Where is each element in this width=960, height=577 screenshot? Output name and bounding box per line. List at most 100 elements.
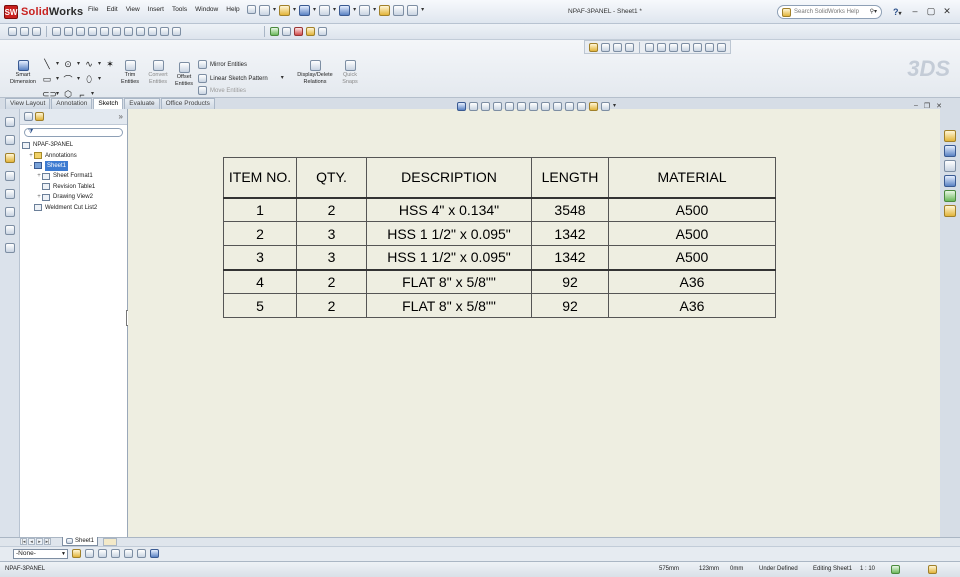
tab-office-products[interactable]: Office Products xyxy=(160,98,215,109)
rebuild-status-icon[interactable] xyxy=(928,565,937,574)
solidworks-logo[interactable]: SW SolidWorks xyxy=(4,4,83,20)
pattern-dropdown-icon[interactable]: ▾ xyxy=(281,73,284,84)
spline-tool-icon[interactable]: ∿ xyxy=(84,59,94,70)
sheet-tab-sheet1[interactable]: Sheet1 xyxy=(62,537,99,546)
broken-view-icon[interactable] xyxy=(4,207,15,217)
headsup-dropdown-icon[interactable]: ▾ xyxy=(613,101,616,112)
save-icon[interactable] xyxy=(299,5,311,16)
apply-scene-icon[interactable] xyxy=(577,102,586,111)
ellipse-dropdown-icon[interactable]: ▾ xyxy=(98,74,101,85)
rebuild-icon[interactable] xyxy=(379,5,391,16)
close-icon[interactable]: ✕ xyxy=(942,6,952,17)
tab-view-layout[interactable]: View Layout xyxy=(5,98,51,109)
auxiliary-view-icon[interactable] xyxy=(4,153,15,163)
property-manager-tab-icon[interactable] xyxy=(35,112,44,121)
restore-icon[interactable]: ❐ xyxy=(924,102,930,110)
grid-icon[interactable] xyxy=(601,42,610,52)
zoom-in-out-icon[interactable] xyxy=(493,102,502,111)
help-button[interactable]: ?▾ xyxy=(893,7,902,20)
restore-icon[interactable]: ▢ xyxy=(926,6,936,17)
menu-tools[interactable]: Tools xyxy=(168,6,191,13)
tree-item-sheet1[interactable]: - Sheet1 xyxy=(20,160,127,171)
solidworks-resources-icon[interactable] xyxy=(944,130,956,142)
help-dropdown-icon[interactable]: ▾ xyxy=(899,9,902,20)
hide-show-items-icon[interactable] xyxy=(553,102,562,111)
options-icon[interactable] xyxy=(407,5,419,16)
display-delete-relations-button[interactable]: Display/Delete Relations xyxy=(293,60,337,85)
dimension-icon[interactable] xyxy=(625,42,634,52)
spline-dropdown-icon[interactable]: ▾ xyxy=(98,59,101,70)
view-section-icon[interactable] xyxy=(88,27,97,36)
tab-sketch[interactable]: Sketch xyxy=(93,98,124,109)
print-dropdown-icon[interactable]: ▾ xyxy=(333,5,336,16)
menu-help[interactable]: Help xyxy=(222,6,243,13)
rectangle-tool-icon[interactable] xyxy=(681,42,690,52)
open-folder-icon[interactable] xyxy=(279,5,291,16)
realview-icon[interactable] xyxy=(601,102,610,111)
previous-view-icon[interactable] xyxy=(64,27,73,36)
color-display-mode-icon[interactable] xyxy=(137,549,146,558)
display-style-icon[interactable] xyxy=(541,102,550,111)
move-entities-button[interactable]: Move Entities xyxy=(198,86,246,95)
hidden-lines-icon[interactable] xyxy=(112,27,121,36)
print-icon[interactable] xyxy=(319,5,331,16)
shaded-icon[interactable] xyxy=(124,27,133,36)
tree-root[interactable]: NPAF-3PANEL xyxy=(20,140,127,150)
weldment-cut-list-table[interactable]: ITEM NO. QTY. DESCRIPTION LENGTH MATERIA… xyxy=(223,157,776,318)
collapse-panel-icon[interactable]: » xyxy=(119,112,123,121)
relation-icon[interactable] xyxy=(613,42,622,52)
line-format-options-icon[interactable] xyxy=(150,549,159,558)
open-dropdown-icon[interactable]: ▾ xyxy=(293,5,296,16)
hide-show-edges-icon[interactable] xyxy=(124,549,133,558)
edit-appearance-icon[interactable] xyxy=(565,102,574,111)
circle-dropdown-icon[interactable]: ▾ xyxy=(77,59,80,70)
model-view-icon[interactable] xyxy=(4,117,15,127)
run-macro-icon[interactable] xyxy=(270,27,279,36)
rotate-icon[interactable] xyxy=(517,102,526,111)
point-tool-icon[interactable]: ✶ xyxy=(105,59,115,70)
stop-macro-icon[interactable] xyxy=(282,27,291,36)
previous-sheet-icon[interactable]: ◂ xyxy=(28,538,35,545)
custom-properties-icon[interactable] xyxy=(944,205,956,217)
sketch-icon[interactable] xyxy=(589,42,598,52)
appearances-icon[interactable] xyxy=(944,190,956,202)
menu-file[interactable]: File xyxy=(84,6,102,13)
trim-entities-button[interactable]: Trim Entities xyxy=(118,60,142,85)
offset-tool-icon[interactable] xyxy=(717,42,726,52)
tree-item-weldment-cut-list2[interactable]: Weldment Cut List2 xyxy=(20,202,127,212)
line-color-icon[interactable] xyxy=(85,549,94,558)
pan-icon[interactable] xyxy=(32,27,41,36)
layer-properties-icon[interactable] xyxy=(72,549,81,558)
save-dropdown-icon[interactable]: ▾ xyxy=(313,5,316,16)
convert-entities-button[interactable]: Convert Entities xyxy=(145,60,171,85)
zoom-to-fit-icon[interactable] xyxy=(469,102,478,111)
rotate-view-icon[interactable] xyxy=(52,27,61,36)
zoom-area-icon[interactable] xyxy=(20,27,29,36)
extend-tool-icon[interactable] xyxy=(705,42,714,52)
tree-item-revision-table1[interactable]: Revision Table1 xyxy=(20,182,127,192)
menu-edit[interactable]: Edit xyxy=(102,6,121,13)
design-library-icon[interactable] xyxy=(944,145,956,157)
wireframe-icon[interactable] xyxy=(100,27,109,36)
arc-dropdown-icon[interactable]: ▾ xyxy=(77,74,80,85)
zoom-to-fit-icon[interactable] xyxy=(8,27,17,36)
status-scale[interactable]: 1 : 10 xyxy=(860,566,875,572)
pan-icon[interactable] xyxy=(457,102,466,111)
offset-entities-button[interactable]: Offset Entities xyxy=(173,62,195,87)
edit-macro-icon[interactable] xyxy=(318,27,327,36)
minimize-icon[interactable]: – xyxy=(914,102,918,110)
record-macro-icon[interactable] xyxy=(294,27,303,36)
menu-insert[interactable]: Insert xyxy=(144,6,168,13)
zoom-to-area-icon[interactable] xyxy=(481,102,490,111)
tree-item-annotations[interactable]: + Annotations xyxy=(20,150,127,160)
pin-icon[interactable] xyxy=(247,5,256,14)
select-dropdown-icon[interactable]: ▾ xyxy=(373,5,376,16)
file-properties-icon[interactable] xyxy=(393,5,405,16)
quick-snaps-button[interactable]: Quick Snaps xyxy=(340,60,360,85)
trim-tool-icon[interactable] xyxy=(693,42,702,52)
close-icon[interactable]: ✕ xyxy=(936,102,942,110)
view-settings-icon[interactable] xyxy=(589,102,598,111)
zoom-selection-icon[interactable] xyxy=(505,102,514,111)
search-input[interactable]: Search SolidWorks Help xyxy=(794,9,870,15)
appearance-icon[interactable] xyxy=(148,27,157,36)
